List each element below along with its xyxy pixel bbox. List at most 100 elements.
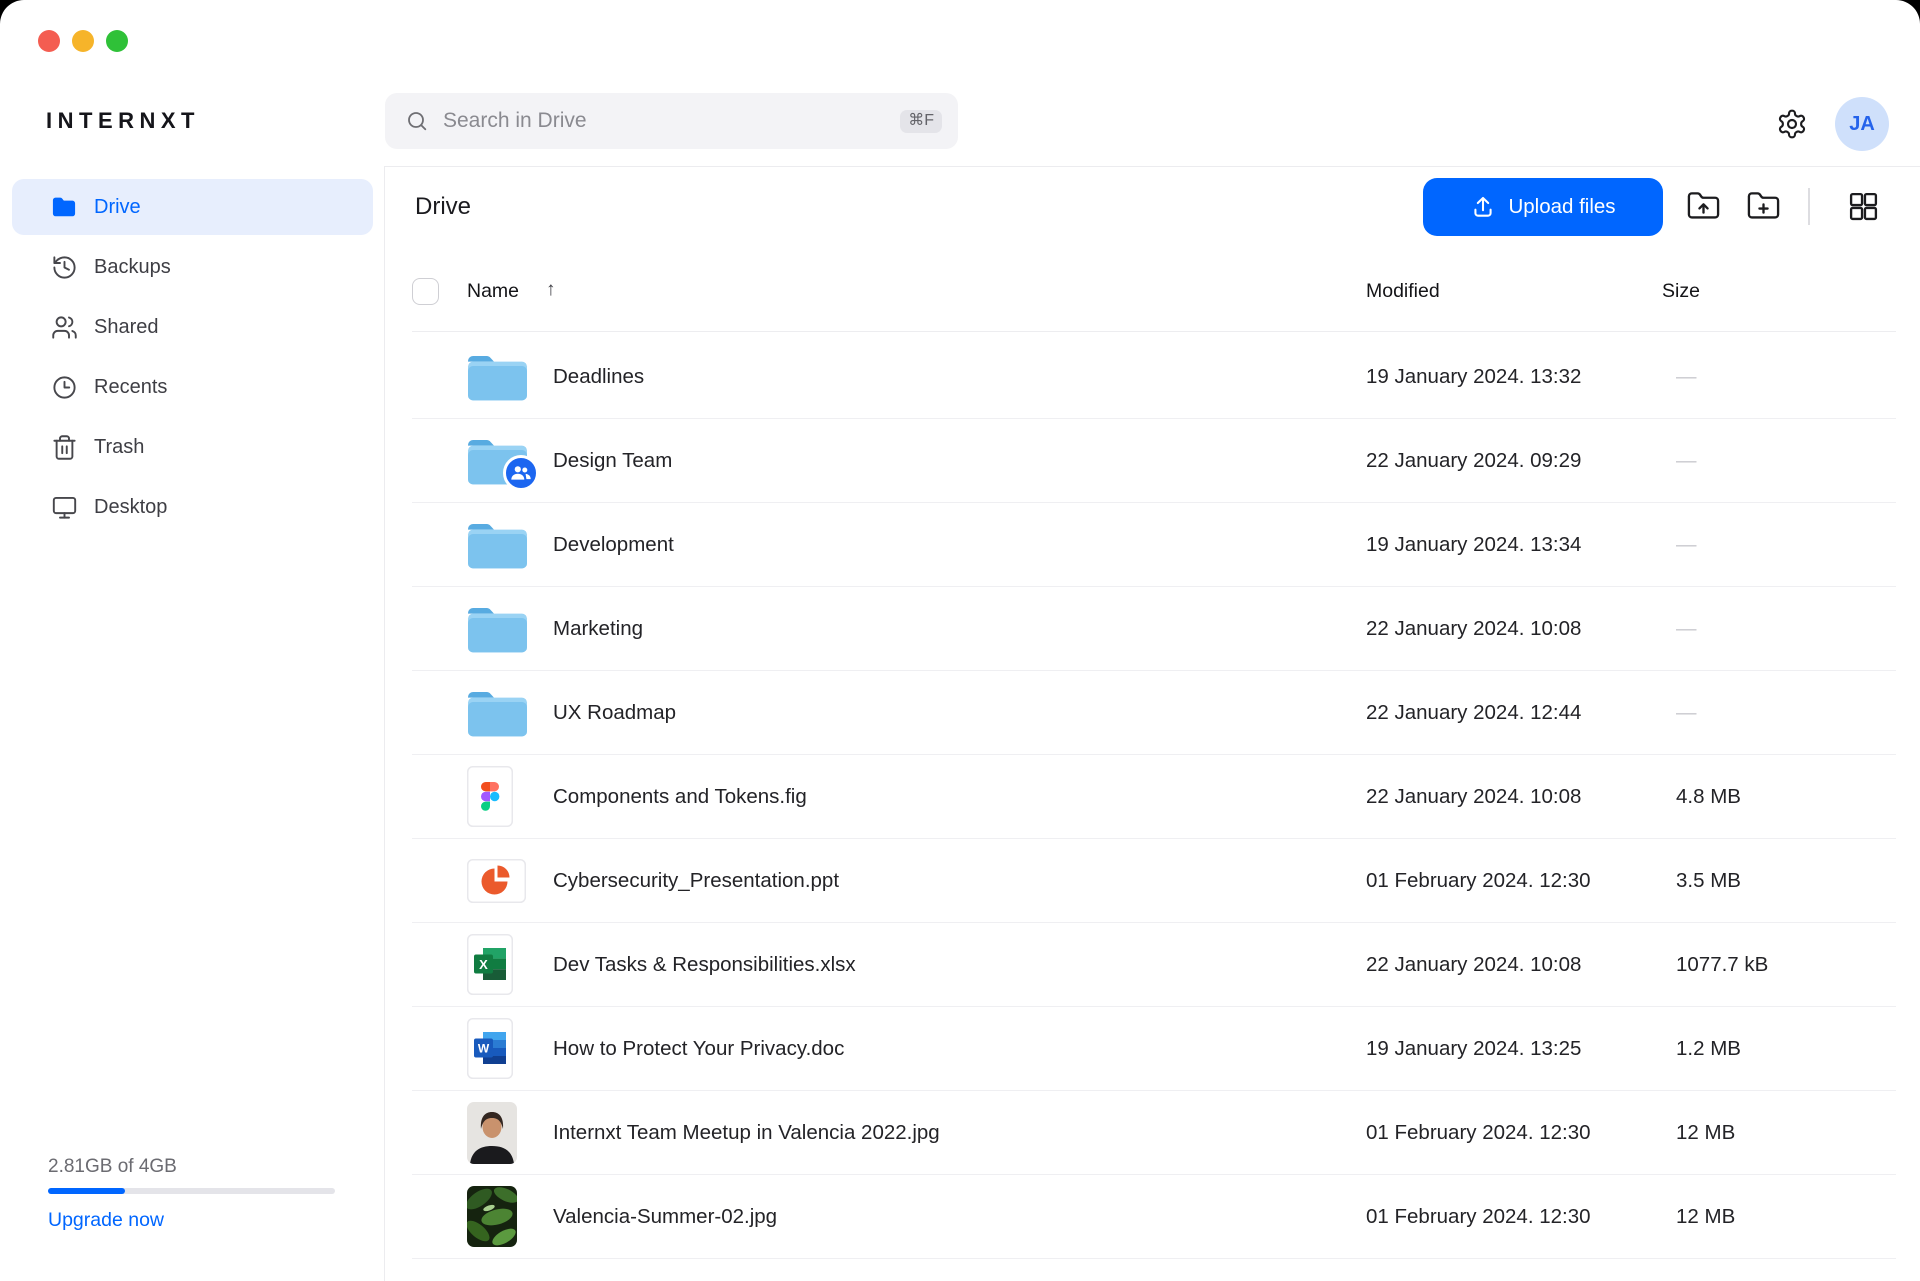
window-controls	[38, 30, 128, 52]
table-row[interactable]: Marketing 22 January 2024. 10:08 —	[412, 587, 1896, 671]
internxt-logo: INTERNXT	[46, 108, 200, 134]
file-modified: 19 January 2024. 13:34	[1366, 533, 1676, 557]
storage-progress-fill	[48, 1188, 125, 1194]
row-icon-cell	[412, 521, 553, 569]
table-row[interactable]: Development 19 January 2024. 13:34 —	[412, 503, 1896, 587]
photo-person-thumbnail	[467, 1102, 517, 1164]
file-name: Design Team	[553, 449, 1366, 473]
search-input[interactable]	[441, 108, 900, 134]
file-name: Dev Tasks & Responsibilities.xlsx	[553, 953, 1366, 977]
file-size: —	[1676, 617, 1896, 641]
column-header-size[interactable]: Size	[1662, 280, 1700, 303]
file-name: UX Roadmap	[553, 701, 1366, 725]
table-row[interactable]: Deadlines 19 January 2024. 13:32 —	[412, 335, 1896, 419]
row-icon-cell	[412, 1186, 553, 1247]
table-row[interactable]: X Dev Tasks & Responsibilities.xlsx 22 J…	[412, 923, 1896, 1007]
upload-files-button[interactable]: Upload files	[1423, 178, 1663, 236]
upload-icon	[1470, 194, 1496, 220]
search-bar[interactable]: ⌘F	[385, 93, 958, 149]
table-row[interactable]: Cybersecurity_Presentation.ppt 01 Februa…	[412, 839, 1896, 923]
sidebar-item-label: Desktop	[94, 496, 167, 519]
powerpoint-file-icon	[467, 859, 526, 903]
page-title: Drive	[415, 193, 471, 221]
minimize-button[interactable]	[72, 30, 94, 52]
file-modified: 22 January 2024. 10:08	[1366, 785, 1676, 809]
create-folder-button[interactable]	[1746, 189, 1781, 224]
file-modified: 22 January 2024. 12:44	[1366, 701, 1676, 725]
sidebar-item-drive[interactable]: Drive	[12, 179, 373, 235]
upgrade-now-link[interactable]: Upgrade now	[48, 1209, 164, 1232]
svg-text:X: X	[479, 957, 488, 972]
column-header-modified[interactable]: Modified	[1366, 280, 1440, 303]
file-list: Deadlines 19 January 2024. 13:32 — Desig…	[412, 335, 1896, 1259]
file-size: 12 MB	[1676, 1205, 1896, 1229]
storage-usage-text: 2.81GB of 4GB	[48, 1156, 177, 1178]
column-header-name[interactable]: Name	[467, 280, 519, 303]
file-size: —	[1676, 449, 1896, 473]
row-icon-cell: X	[412, 934, 553, 995]
file-name: Development	[553, 533, 1366, 557]
svg-text:W: W	[478, 1042, 490, 1056]
word-file-icon: W	[467, 1018, 513, 1079]
shared-badge-icon	[503, 455, 539, 491]
upload-folder-button[interactable]	[1686, 189, 1721, 224]
folder-icon	[467, 689, 528, 737]
file-modified: 19 January 2024. 13:25	[1366, 1037, 1676, 1061]
figma-file-icon	[467, 766, 513, 827]
file-name: Deadlines	[553, 365, 1366, 389]
settings-button[interactable]	[1776, 108, 1808, 140]
sidebar-item-trash[interactable]: Trash	[12, 419, 373, 475]
sidebar-item-label: Trash	[94, 436, 144, 459]
file-name: Internxt Team Meetup in Valencia 2022.jp…	[553, 1121, 1366, 1145]
file-size: —	[1676, 365, 1896, 389]
table-row[interactable]: Design Team 22 January 2024. 09:29 —	[412, 419, 1896, 503]
file-modified: 22 January 2024. 09:29	[1366, 449, 1676, 473]
folder-icon	[50, 193, 78, 221]
user-avatar[interactable]: JA	[1835, 97, 1889, 151]
zoom-button[interactable]	[106, 30, 128, 52]
row-icon-cell	[412, 766, 553, 827]
file-size: —	[1676, 533, 1896, 557]
table-row[interactable]: Valencia-Summer-02.jpg 01 February 2024.…	[412, 1175, 1896, 1259]
history-icon	[50, 253, 78, 281]
sidebar-item-recents[interactable]: Recents	[12, 359, 373, 415]
gear-icon	[1776, 108, 1808, 140]
file-name: Valencia-Summer-02.jpg	[553, 1205, 1366, 1229]
grid-view-button[interactable]	[1846, 189, 1881, 224]
row-icon-cell	[412, 605, 553, 653]
row-icon-cell	[412, 1102, 553, 1164]
sidebar-item-label: Drive	[94, 196, 141, 219]
folder-icon	[467, 521, 528, 569]
sort-ascending-icon[interactable]: ↑	[546, 279, 556, 301]
row-icon-cell: W	[412, 1018, 553, 1079]
sidebar-item-desktop[interactable]: Desktop	[12, 479, 373, 535]
file-modified: 01 February 2024. 12:30	[1366, 1121, 1676, 1145]
file-size: 4.8 MB	[1676, 785, 1896, 809]
file-size: 1.2 MB	[1676, 1037, 1896, 1061]
row-icon-cell	[412, 859, 553, 903]
sidebar-item-backups[interactable]: Backups	[12, 239, 373, 295]
photo-leaves-thumbnail	[467, 1186, 517, 1247]
clock-icon	[50, 373, 78, 401]
row-icon-cell	[412, 437, 553, 485]
upload-files-label: Upload files	[1508, 195, 1615, 219]
table-row[interactable]: Internxt Team Meetup in Valencia 2022.jp…	[412, 1091, 1896, 1175]
sidebar-item-shared[interactable]: Shared	[12, 299, 373, 355]
table-row[interactable]: Components and Tokens.fig 22 January 202…	[412, 755, 1896, 839]
file-size: —	[1676, 701, 1896, 725]
file-modified: 22 January 2024. 10:08	[1366, 617, 1676, 641]
table-row[interactable]: W How to Protect Your Privacy.doc 19 Jan…	[412, 1007, 1896, 1091]
file-name: Marketing	[553, 617, 1366, 641]
table-row[interactable]: UX Roadmap 22 January 2024. 12:44 —	[412, 671, 1896, 755]
close-button[interactable]	[38, 30, 60, 52]
sidebar-item-label: Recents	[94, 376, 167, 399]
folder-upload-icon	[1686, 189, 1721, 224]
users-icon	[50, 313, 78, 341]
app-window: INTERNXT ⌘F JA Drive Backups Shared Rece…	[0, 0, 1920, 1281]
file-name: Cybersecurity_Presentation.ppt	[553, 869, 1366, 893]
select-all-checkbox[interactable]	[412, 278, 439, 305]
table-header-divider	[412, 331, 1896, 332]
toolbar-divider	[1808, 188, 1810, 225]
monitor-icon	[50, 493, 78, 521]
sidebar: Drive Backups Shared Recents Trash Deskt…	[12, 179, 373, 539]
